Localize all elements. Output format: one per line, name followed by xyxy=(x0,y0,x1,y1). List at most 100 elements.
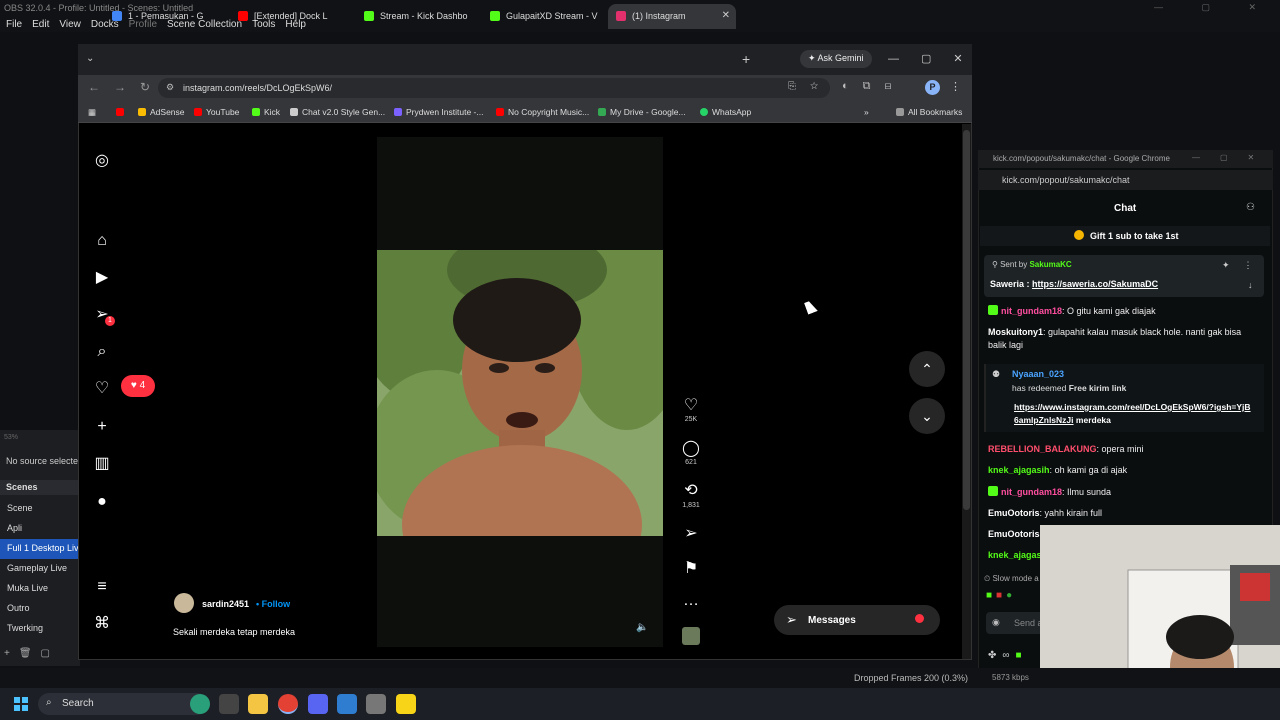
discord-icon[interactable] xyxy=(308,694,328,714)
address-url[interactable]: instagram.com/reels/DcLOgEkSpW6/ xyxy=(183,83,332,93)
mute-speaker-icon[interactable]: 🔈 xyxy=(636,622,648,633)
bookmarks-overflow-icon[interactable]: » xyxy=(864,107,869,117)
menu-view[interactable]: View xyxy=(59,19,81,30)
menu-file[interactable]: File xyxy=(6,19,22,30)
pinned-by-user[interactable]: SakumaKC xyxy=(1029,260,1071,269)
bookmark-item[interactable]: No Copyright Music... xyxy=(496,107,589,117)
audio-thumbnail[interactable] xyxy=(682,627,700,645)
scrollbar-thumb[interactable] xyxy=(963,130,970,510)
create-plus-icon[interactable]: + xyxy=(91,416,113,438)
more-options-icon[interactable]: … xyxy=(676,592,706,610)
profile-avatar[interactable]: P xyxy=(925,80,940,95)
chat-bottom-actions[interactable]: ✤∞■ xyxy=(988,650,1028,661)
chat-username[interactable]: nit_gundam18 xyxy=(1001,487,1062,497)
repost-icon[interactable]: ⟲ xyxy=(676,480,706,500)
store-icon[interactable] xyxy=(337,694,357,714)
kick-window-controls[interactable]: —▢✕ xyxy=(1192,153,1274,162)
browser-tab[interactable]: GulapaitXD Stream - V xyxy=(482,4,604,29)
chat-users-icon[interactable]: ⚇ xyxy=(1246,202,1255,213)
chat-username[interactable]: nit_gundam18 xyxy=(1001,306,1062,316)
search-icon[interactable]: ⌕ xyxy=(91,341,113,363)
dashboard-icon[interactable]: ▥ xyxy=(91,453,113,475)
home-icon[interactable]: ⌂ xyxy=(91,230,113,252)
emote-icon[interactable]: ■ xyxy=(996,590,1006,601)
bookmark-item[interactable]: YouTube xyxy=(194,107,239,117)
pinned-actions[interactable]: ✦⋮ xyxy=(1222,260,1267,271)
bookmark-item[interactable]: Chat v2.0 Style Gen... xyxy=(290,107,385,117)
scene-item[interactable]: Apli xyxy=(0,519,80,539)
app-icon[interactable] xyxy=(366,694,386,714)
file-explorer-icon[interactable] xyxy=(248,694,268,714)
expand-arrow-icon[interactable]: ↓ xyxy=(1248,280,1253,290)
edge-icon[interactable] xyxy=(190,694,210,714)
reel-user-avatar[interactable] xyxy=(174,593,194,613)
scene-item[interactable]: Muka Live xyxy=(0,579,80,599)
scene-item[interactable]: Outro xyxy=(0,599,80,619)
like-heart-icon[interactable]: ♡ xyxy=(676,395,706,415)
chat-username[interactable]: Moskuitony1 xyxy=(988,327,1043,337)
notifications-heart-icon[interactable]: ♡ xyxy=(91,378,113,400)
close-tab-icon[interactable]: ✕ xyxy=(722,10,730,21)
scene-item-active[interactable]: Full 1 Desktop Live xyxy=(0,539,80,559)
obs-window-controls[interactable]: — ▢ ✕ xyxy=(1154,2,1274,13)
chat-username[interactable]: REBELLION_BALAKUNG xyxy=(988,444,1097,454)
chrome-icon[interactable] xyxy=(278,694,298,714)
new-tab-button[interactable]: + xyxy=(742,51,750,67)
chat-username[interactable]: knek_ajagasih xyxy=(988,465,1050,475)
pinned-link[interactable]: https://saweria.co/SakumaDC xyxy=(1032,279,1158,289)
windows-start-icon[interactable] xyxy=(14,697,28,711)
bookmark-label: Prydwen Institute -... xyxy=(406,107,484,117)
obs-app-icon[interactable] xyxy=(219,694,239,714)
tab-search-chevron-icon[interactable]: ⌄ xyxy=(86,53,94,64)
bookmark-icon xyxy=(138,108,146,116)
previous-reel-up-icon[interactable]: ⌃ xyxy=(909,351,945,387)
scene-item[interactable]: Twerking xyxy=(0,619,80,639)
reels-icon[interactable]: ▶ xyxy=(91,267,113,289)
more-menu-icon[interactable]: ≡ xyxy=(91,576,113,598)
share-icon[interactable]: ➢ xyxy=(676,523,706,543)
chat-text: opera mini xyxy=(1101,444,1144,454)
bookmark-item[interactable]: AdSense xyxy=(138,107,185,117)
chrome-menu-icon[interactable]: ⋮ xyxy=(950,80,961,93)
extension-icons[interactable]: ◐⧉⊟ xyxy=(842,80,906,93)
all-bookmarks[interactable]: All Bookmarks xyxy=(896,107,962,117)
scenes-toolbar[interactable]: +🗑▢ xyxy=(4,648,59,659)
profile-avatar-icon[interactable]: ● xyxy=(91,491,113,513)
save-bookmark-icon[interactable]: ⚑ xyxy=(676,558,706,578)
emote-icon[interactable]: ■ xyxy=(986,590,996,601)
omnibox-actions[interactable]: ⎘☆ xyxy=(788,81,832,92)
emote-icon[interactable]: ● xyxy=(1006,590,1016,601)
emote-bar[interactable]: ■■● xyxy=(986,590,1016,601)
navigation-buttons[interactable]: ←→↻ xyxy=(88,80,164,94)
reel-video-content[interactable] xyxy=(377,250,663,536)
chat-username[interactable]: EmuOotoris xyxy=(988,529,1040,539)
redeem-link[interactable]: https://www.instagram.com/reel/DcLOgEkSp… xyxy=(1014,402,1251,425)
also-from-meta-icon[interactable]: ⌘ xyxy=(91,613,113,635)
browser-tab[interactable]: Stream - Kick Dashbo xyxy=(356,4,480,29)
apps-grid-icon[interactable]: ▦ xyxy=(88,107,96,118)
browser-tab-active[interactable]: (1) Instagram ✕ xyxy=(608,4,736,29)
bookmark-item[interactable]: My Drive - Google... xyxy=(598,107,686,117)
bookmark-item[interactable]: Prydwen Institute -... xyxy=(394,107,483,117)
instagram-logo-icon[interactable]: ◎ xyxy=(91,150,113,172)
bookmark-item[interactable]: Kick xyxy=(252,107,280,117)
ask-gemini-button[interactable]: ✦ Ask Gemini xyxy=(800,50,872,68)
reel-username[interactable]: sardin2451 xyxy=(202,599,249,609)
kick-url[interactable]: kick.com/popout/sakumakc/chat xyxy=(1002,175,1130,185)
bookmark-item[interactable] xyxy=(116,107,128,117)
menu-edit[interactable]: Edit xyxy=(32,19,49,30)
chat-username[interactable]: knek_ajagas xyxy=(988,550,1042,560)
next-reel-down-icon[interactable]: ⌄ xyxy=(909,398,945,434)
scene-item[interactable]: Scene xyxy=(0,499,80,519)
site-info-icon[interactable]: ⚙ xyxy=(166,82,174,93)
chat-username[interactable]: EmuOotoris xyxy=(988,508,1040,518)
browser-tab[interactable]: [Extended] Dock L xyxy=(230,4,352,29)
scene-item[interactable]: Gameplay Live xyxy=(0,559,80,579)
browser-tab[interactable]: 1 - Pemasukan - G xyxy=(104,4,228,29)
bookmark-item[interactable]: WhatsApp xyxy=(700,107,751,117)
redeem-user[interactable]: Nyaaan_023 xyxy=(1012,369,1064,379)
comment-icon[interactable]: ◯ xyxy=(676,438,706,458)
follow-button[interactable]: • Follow xyxy=(256,599,290,609)
chrome-window-controls[interactable]: —▢✕ xyxy=(888,52,985,65)
app-icon[interactable] xyxy=(396,694,416,714)
